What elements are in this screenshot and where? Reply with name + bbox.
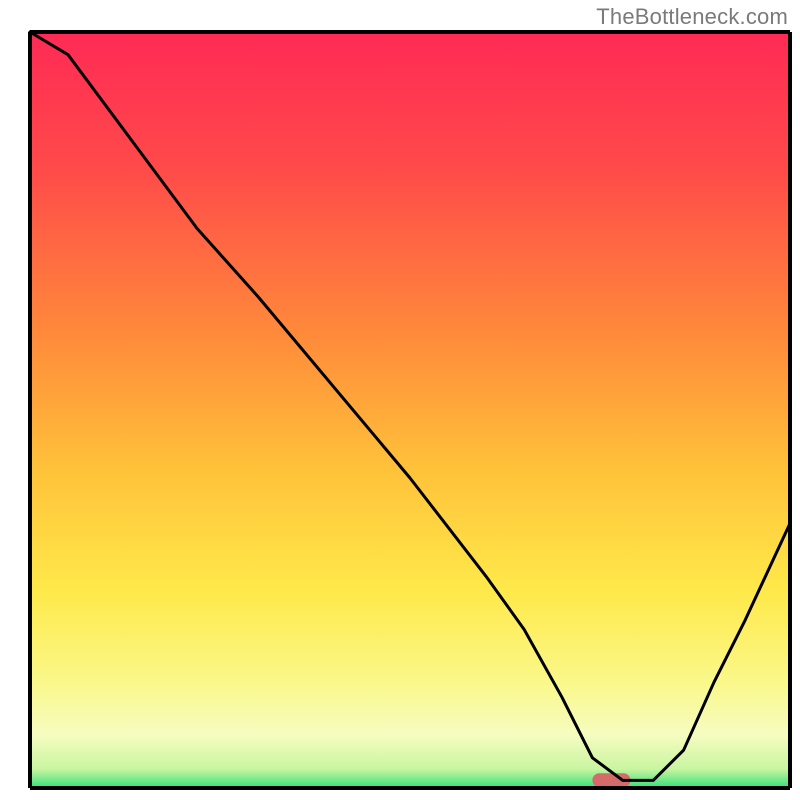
chart-container: TheBottleneck.com [0,0,800,800]
bottleneck-chart [0,0,800,800]
watermark-text: TheBottleneck.com [596,4,788,30]
gradient-background [30,32,790,788]
